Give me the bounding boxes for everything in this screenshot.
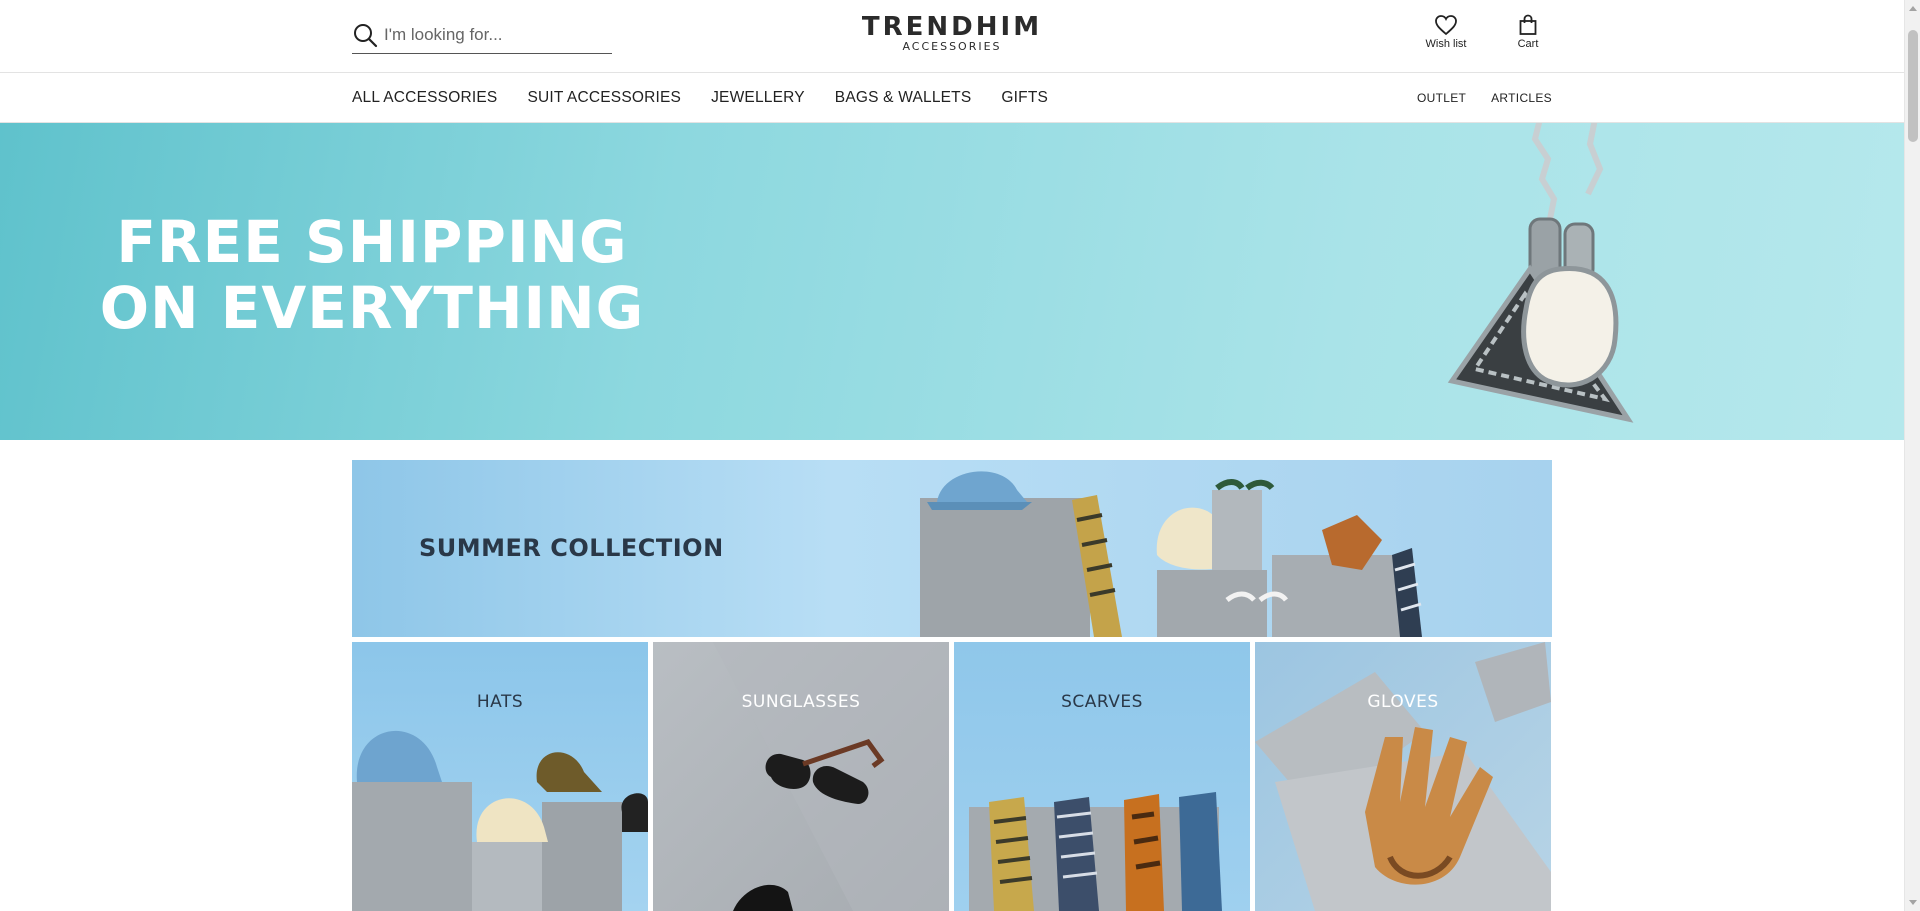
category-label-scarves: SCARVES <box>1061 692 1143 712</box>
search-icon[interactable] <box>352 22 378 48</box>
shopping-bag-icon <box>1519 14 1537 35</box>
nav-item-bags-wallets[interactable]: BAGS & WALLETS <box>835 89 972 107</box>
nav-item-jewellery[interactable]: JEWELLERY <box>711 89 805 107</box>
category-tile-sunglasses[interactable]: SUNGLASSES <box>653 642 949 911</box>
scroll-down-arrow-icon[interactable] <box>1909 900 1917 905</box>
category-label-hats: HATS <box>476 692 524 712</box>
wishlist-button[interactable]: Wish list <box>1420 14 1472 50</box>
category-label-sunglasses: SUNGLASSES <box>741 692 861 712</box>
secondary-menu: OUTLET ARTICLES <box>1392 73 1552 122</box>
nav-item-articles[interactable]: ARTICLES <box>1491 91 1552 105</box>
logo-tagline: ACCESSORIES <box>902 40 1002 53</box>
category-tile-hats[interactable]: HATS <box>352 642 648 911</box>
hero-headline-line1: FREE SHIPPING <box>116 208 628 276</box>
nav-item-outlet[interactable]: OUTLET <box>1417 91 1466 105</box>
hats-image <box>352 730 648 911</box>
pendant-necklace-image <box>1447 123 1634 423</box>
hero-headline: FREE SHIPPING ON EVERYTHING <box>92 209 652 341</box>
main-navigation: ALL ACCESSORIES SUIT ACCESSORIES JEWELLE… <box>0 72 1904 123</box>
heart-icon <box>1435 15 1457 36</box>
scroll-up-arrow-icon[interactable] <box>1909 6 1917 11</box>
summer-collection-title: SUMMER COLLECTION <box>419 534 724 562</box>
summer-collection-banner[interactable]: SUMMER COLLECTION <box>352 460 1552 637</box>
category-menu: ALL ACCESSORIES SUIT ACCESSORIES JEWELLE… <box>352 73 1078 122</box>
category-tile-scarves[interactable]: SCARVES <box>954 642 1250 911</box>
site-header: TRENDHIM ACCESSORIES Wish list Cart <box>0 0 1904 72</box>
cart-button[interactable]: Cart <box>1510 14 1546 50</box>
site-logo[interactable]: TRENDHIM ACCESSORIES <box>852 13 1052 53</box>
category-label-gloves: GLOVES <box>1367 692 1439 712</box>
cart-label: Cart <box>1517 38 1539 50</box>
summer-products-image <box>920 471 1422 637</box>
sunglasses-image <box>653 642 949 911</box>
page-scrollbar[interactable] <box>1904 0 1920 911</box>
hero-headline-line2: ON EVERYTHING <box>99 274 645 342</box>
hero-banner[interactable]: FREE SHIPPING ON EVERYTHING <box>0 123 1904 440</box>
search-bar[interactable] <box>352 16 612 54</box>
gloves-image <box>1255 642 1551 911</box>
nav-item-gifts[interactable]: GIFTS <box>1001 89 1048 107</box>
category-tile-gloves[interactable]: GLOVES <box>1255 642 1551 911</box>
scrollbar-thumb[interactable] <box>1908 30 1918 142</box>
search-input[interactable] <box>384 24 604 45</box>
wishlist-label: Wish list <box>1425 38 1467 50</box>
nav-item-all-accessories[interactable]: ALL ACCESSORIES <box>352 89 497 107</box>
scarves-image <box>969 792 1222 911</box>
logo-brand: TRENDHIM <box>861 12 1043 42</box>
category-grid: HATS SUNGLASSES SCARVES GLOVES <box>352 642 1552 911</box>
nav-item-suit-accessories[interactable]: SUIT ACCESSORIES <box>527 89 681 107</box>
